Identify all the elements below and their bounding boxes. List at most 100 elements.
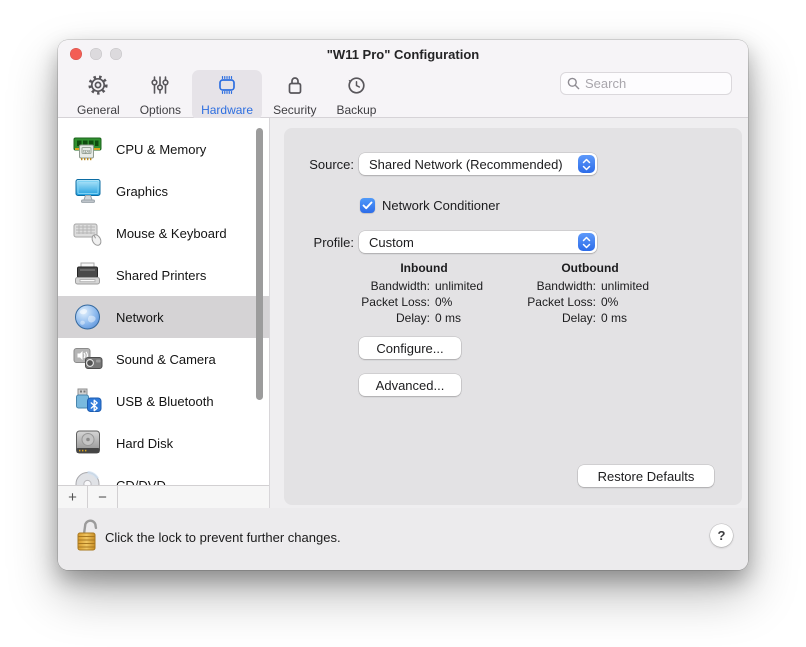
close-button[interactable] [70,48,82,60]
traffic-lights [70,48,122,60]
outbound-stats: Outbound Bandwidth: unlimited Packet Loss… [510,261,670,326]
usb-bluetooth-icon [72,387,104,415]
window-title: "W11 Pro" Configuration [327,47,479,62]
sidebar-item-label: Shared Printers [116,268,206,283]
profile-popup-value: Custom [369,235,414,250]
sidebar-item-label: CD/DVD [116,478,166,486]
toolbar-tabs: General Options [68,70,385,120]
unlocked-padlock-icon[interactable] [75,517,101,558]
stat-label: Delay: [344,310,430,326]
printer-icon [72,261,104,289]
popup-arrows-icon [578,233,595,251]
sidebar-item-mouse-keyboard[interactable]: Mouse & Keyboard [58,212,269,254]
sound-camera-icon [72,345,104,373]
tab-backup[interactable]: Backup [327,70,385,120]
desktop-background: "W11 Pro" Configuration General [0,0,806,647]
restore-defaults-button[interactable]: Restore Defaults [578,465,714,487]
sidebar-item-label: Graphics [116,184,168,199]
footer-divider [117,486,118,508]
tab-hardware[interactable]: Hardware [192,70,262,120]
sidebar-item-sound-camera[interactable]: Sound & Camera [58,338,269,380]
checkmark-icon [362,201,373,210]
sidebar-footer: + − [58,485,269,508]
sidebar-item-hard-disk[interactable]: Hard Disk [58,422,269,464]
cpu-memory-icon: cpu [72,135,104,163]
svg-text:cpu: cpu [83,148,91,153]
sidebar-item-label: USB & Bluetooth [116,394,214,409]
sidebar-item-usb-bluetooth[interactable]: USB & Bluetooth [58,380,269,422]
inbound-title: Inbound [344,261,504,275]
tab-hardware-label: Hardware [201,103,253,117]
minimize-button[interactable] [90,48,102,60]
stat-label: Packet Loss: [510,294,596,310]
sidebar-item-label: Hard Disk [116,436,173,451]
outbound-title: Outbound [510,261,670,275]
sidebar-item-cpu-memory[interactable]: cpu CPU & Memory [58,128,269,170]
network-conditioner-label: Network Conditioner [382,198,500,213]
stat-label: Packet Loss: [344,294,430,310]
mouse-keyboard-icon [72,219,104,247]
sidebar-scrollbar-thumb[interactable] [256,128,263,400]
sliders-icon [148,73,172,102]
sidebar-item-network[interactable]: Network [58,296,269,338]
sidebar-item-label: Mouse & Keyboard [116,226,227,241]
zoom-button[interactable] [110,48,122,60]
configure-button[interactable]: Configure... [359,337,461,359]
source-label: Source: [292,157,354,172]
inbound-stats: Inbound Bandwidth: unlimited Packet Loss:… [344,261,504,326]
stat-value: unlimited [435,278,483,294]
hard-disk-icon [72,429,104,457]
configuration-window: "W11 Pro" Configuration General [58,40,748,570]
title-bar: "W11 Pro" Configuration [58,40,748,68]
sidebar-item-label: CPU & Memory [116,142,206,157]
sidebar-item-label: Network [116,310,164,325]
tab-backup-label: Backup [336,103,376,117]
sidebar-item-label: Sound & Camera [116,352,216,367]
stat-label: Bandwidth: [344,278,430,294]
source-popup[interactable]: Shared Network (Recommended) [359,153,597,175]
lock-outline-icon [283,73,307,102]
globe-icon [72,303,104,331]
lock-message: Click the lock to prevent further change… [105,530,341,545]
add-device-button[interactable]: + [58,486,87,508]
sidebar-item-cd-dvd[interactable]: CD/DVD [58,464,269,485]
tab-security-label: Security [273,103,316,117]
stat-value: 0% [601,294,618,310]
graphics-icon [72,177,104,205]
network-settings-panel: Source: Shared Network (Recommended) [270,118,748,508]
cd-dvd-icon [72,471,104,485]
search-icon [567,77,580,90]
tab-options-label: Options [140,103,181,117]
stat-value: 0 ms [435,310,461,326]
stat-value: 0% [435,294,452,310]
sidebar-item-shared-printers[interactable]: Shared Printers [58,254,269,296]
sidebar-item-graphics[interactable]: Graphics [58,170,269,212]
search-field [560,72,732,95]
time-machine-icon [344,73,368,102]
status-bar: Click the lock to prevent further change… [58,508,748,570]
stat-label: Delay: [510,310,596,326]
profile-label: Profile: [292,235,354,250]
stat-value: unlimited [601,278,649,294]
tab-general[interactable]: General [68,70,129,120]
content-area: cpu CPU & Memory Graphic [58,118,748,508]
hardware-list: cpu CPU & Memory Graphic [58,118,269,485]
gear-icon [86,73,110,102]
stat-label: Bandwidth: [510,278,596,294]
hardware-sidebar: cpu CPU & Memory Graphic [58,118,270,508]
profile-popup[interactable]: Custom [359,231,597,253]
remove-device-button[interactable]: − [88,486,117,508]
advanced-button[interactable]: Advanced... [359,374,461,396]
toolbar: General Options [58,68,748,118]
help-button[interactable]: ? [710,524,733,547]
network-conditioner-checkbox[interactable] [360,198,375,213]
tab-options[interactable]: Options [131,70,190,120]
settings-card: Source: Shared Network (Recommended) [284,128,742,505]
source-popup-value: Shared Network (Recommended) [369,157,563,172]
tab-security[interactable]: Security [264,70,325,120]
search-input[interactable] [560,72,732,95]
chip-icon [215,73,239,102]
popup-arrows-icon [578,155,595,173]
tab-general-label: General [77,103,120,117]
stat-value: 0 ms [601,310,627,326]
